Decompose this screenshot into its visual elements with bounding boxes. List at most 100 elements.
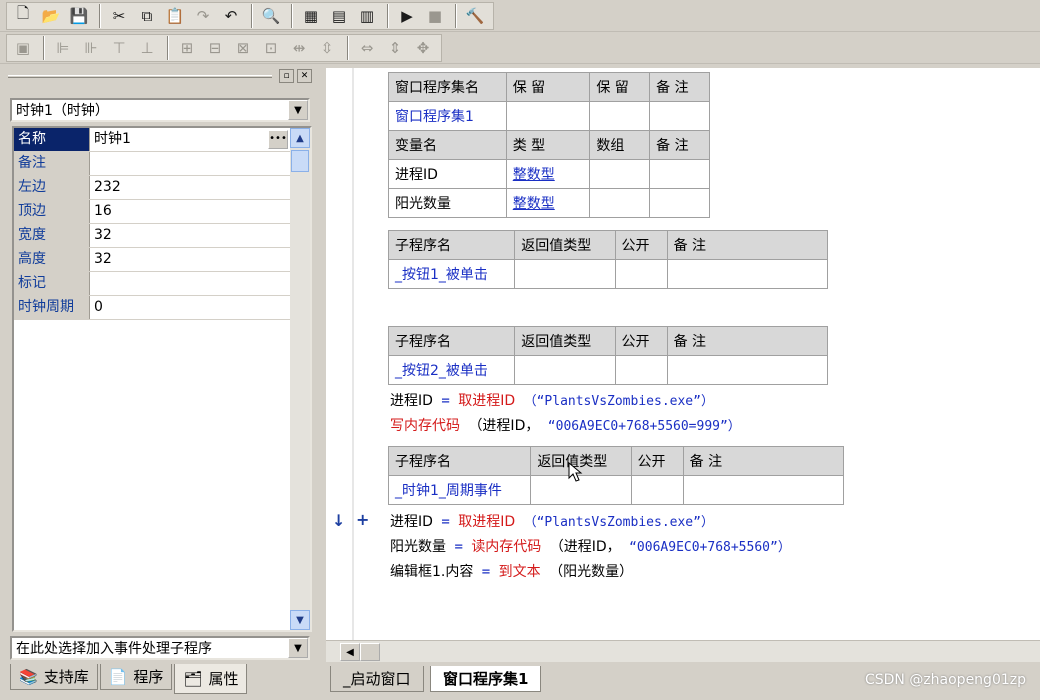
scroll-thumb[interactable] <box>291 150 309 172</box>
property-scrollbar[interactable]: ▲ ▼ <box>290 128 310 630</box>
center-vertical-icon[interactable]: ⊟ <box>202 36 228 60</box>
scroll-down-icon[interactable]: ▼ <box>290 610 310 630</box>
variable-name-cell[interactable]: 阳光数量 <box>388 188 507 218</box>
property-value[interactable] <box>90 152 310 175</box>
ellipsis-button[interactable]: ••• <box>268 130 288 149</box>
tab-program[interactable]: 📄 程序 <box>99 664 173 690</box>
copy-icon[interactable]: ⧉ <box>134 4 160 28</box>
center-in-form-h-icon[interactable]: ⇔ <box>354 36 380 60</box>
subroutine-name-cell[interactable]: _按钮2_被单击 <box>387 355 516 385</box>
new-file-icon[interactable]: 🗋 <box>10 4 36 28</box>
tab-properties[interactable]: 🗂 属性 <box>174 664 248 694</box>
subroutine-name-cell[interactable]: _时钟1_周期事件 <box>387 475 532 505</box>
property-row[interactable]: 名称 时钟1 ••• <box>14 128 310 152</box>
table-cell[interactable] <box>614 259 668 289</box>
code-line[interactable]: 进程ID = 取进程ID （“PlantsVsZombies.exe”） <box>390 390 714 410</box>
compile-icon[interactable]: 🔨 <box>462 4 488 28</box>
type-link[interactable]: 整数型 <box>513 167 555 183</box>
property-row[interactable]: 时钟周期 0 <box>14 296 310 320</box>
window-layout-3-icon[interactable]: ▥ <box>354 4 380 28</box>
code-line[interactable]: 进程ID = 取进程ID （“PlantsVsZombies.exe”） <box>390 511 714 531</box>
tab-support-library[interactable]: 📚 支持库 <box>10 664 98 690</box>
center-in-form-icon[interactable]: ✥ <box>410 36 436 60</box>
assembly-name-cell[interactable]: 窗口程序集1 <box>388 101 507 131</box>
property-value[interactable] <box>90 272 310 295</box>
table-cell[interactable] <box>682 475 845 505</box>
table-cell[interactable] <box>589 188 651 218</box>
center-horizontal-icon[interactable]: ⊞ <box>174 36 200 60</box>
chevron-down-icon[interactable]: ▼ <box>288 638 308 658</box>
code-editor[interactable]: ↓ + 窗口程序集名 保 留 保 留 备 注 窗口程序集1 变量名 类 型 数组… <box>326 68 1040 640</box>
code-line[interactable]: 阳光数量 = 读内存代码 （进程ID， “006A9EC0+768+5560”） <box>390 536 791 556</box>
redo-icon[interactable]: ↷ <box>190 4 216 28</box>
table-cell[interactable] <box>514 259 616 289</box>
window-layout-1-icon[interactable]: ▦ <box>298 4 324 28</box>
variable-type-cell[interactable]: 整数型 <box>505 159 591 189</box>
plus-icon[interactable]: + <box>356 510 369 529</box>
property-value[interactable]: 32 <box>90 224 310 247</box>
property-value[interactable]: 32 <box>90 248 310 271</box>
same-width-icon[interactable]: ⊠ <box>230 36 256 60</box>
space-horizontal-icon[interactable]: ⇹ <box>286 36 312 60</box>
scroll-up-icon[interactable]: ▲ <box>290 128 310 148</box>
variable-name-cell[interactable]: 进程ID <box>388 159 507 189</box>
subroutine-name-cell[interactable]: _按钮1_被单击 <box>387 259 516 289</box>
same-height-icon[interactable]: ⊡ <box>258 36 284 60</box>
space-vertical-icon[interactable]: ⇳ <box>314 36 340 60</box>
table-cell[interactable] <box>649 101 710 131</box>
window-layout-2-icon[interactable]: ▤ <box>326 4 352 28</box>
property-value[interactable]: 232 <box>90 176 310 199</box>
run-icon[interactable]: ▶ <box>394 4 420 28</box>
type-link[interactable]: 整数型 <box>513 196 555 212</box>
property-value[interactable]: 0 <box>90 296 310 319</box>
panel-grip[interactable] <box>8 75 272 78</box>
code-line[interactable]: 编辑框1.内容 = 到文本 （阳光数量） <box>390 561 633 581</box>
property-row[interactable]: 宽度 32 <box>14 224 310 248</box>
panel-close-icon[interactable]: ✕ <box>297 69 312 83</box>
align-left-icon[interactable]: ⊫ <box>50 36 76 60</box>
align-grid-icon[interactable]: ▣ <box>10 36 36 60</box>
property-row[interactable]: 备注 <box>14 152 310 176</box>
editor-horizontal-scrollbar[interactable]: ◀ <box>326 640 1040 662</box>
save-icon[interactable]: 💾 <box>66 4 92 28</box>
code-line[interactable]: 写内存代码 （进程ID， “006A9EC0+768+5560=999”） <box>390 415 741 435</box>
property-value[interactable]: 时钟1 ••• <box>90 128 290 151</box>
table-cell[interactable] <box>630 475 684 505</box>
object-selector[interactable]: 时钟1（时钟） ▼ <box>10 98 310 122</box>
arrow-down-icon[interactable]: ↓ <box>332 511 345 530</box>
property-row[interactable]: 顶边 16 <box>14 200 310 224</box>
table-cell[interactable] <box>649 188 710 218</box>
property-row[interactable]: 标记 <box>14 272 310 296</box>
event-selector[interactable]: 在此处选择加入事件处理子程序 ▼ <box>10 636 310 660</box>
undo-icon[interactable]: ↶ <box>218 4 244 28</box>
chevron-down-icon[interactable]: ▼ <box>288 100 308 120</box>
property-name: 高度 <box>14 248 90 271</box>
center-in-form-v-icon[interactable]: ⇕ <box>382 36 408 60</box>
table-header: 保 留 <box>589 72 651 102</box>
align-top-icon[interactable]: ⊤ <box>106 36 132 60</box>
scroll-left-icon[interactable]: ◀ <box>340 643 360 661</box>
table-cell[interactable] <box>614 355 668 385</box>
table-cell[interactable] <box>589 101 651 131</box>
table-cell[interactable] <box>589 159 651 189</box>
align-right-icon[interactable]: ⊪ <box>78 36 104 60</box>
tab-window-assembly[interactable]: 窗口程序集1 <box>430 666 542 692</box>
property-value[interactable]: 16 <box>90 200 310 223</box>
cut-icon[interactable]: ✂ <box>106 4 132 28</box>
table-cell[interactable] <box>649 159 710 189</box>
table-cell[interactable] <box>666 259 829 289</box>
find-icon[interactable]: 🔍 <box>258 4 284 28</box>
align-bottom-icon[interactable]: ⊥ <box>134 36 160 60</box>
paste-icon[interactable]: 📋 <box>162 4 188 28</box>
panel-restore-icon[interactable]: ▫ <box>279 69 294 83</box>
open-folder-icon[interactable]: 📂 <box>38 4 64 28</box>
property-row[interactable]: 高度 32 <box>14 248 310 272</box>
table-cell[interactable] <box>505 101 591 131</box>
tab-startup-window[interactable]: _启动窗口 <box>330 666 424 692</box>
table-cell[interactable] <box>514 355 616 385</box>
scroll-thumb[interactable] <box>360 643 380 661</box>
property-row[interactable]: 左边 232 <box>14 176 310 200</box>
table-cell[interactable] <box>666 355 829 385</box>
stop-icon[interactable]: ■ <box>422 4 448 28</box>
variable-type-cell[interactable]: 整数型 <box>505 188 591 218</box>
